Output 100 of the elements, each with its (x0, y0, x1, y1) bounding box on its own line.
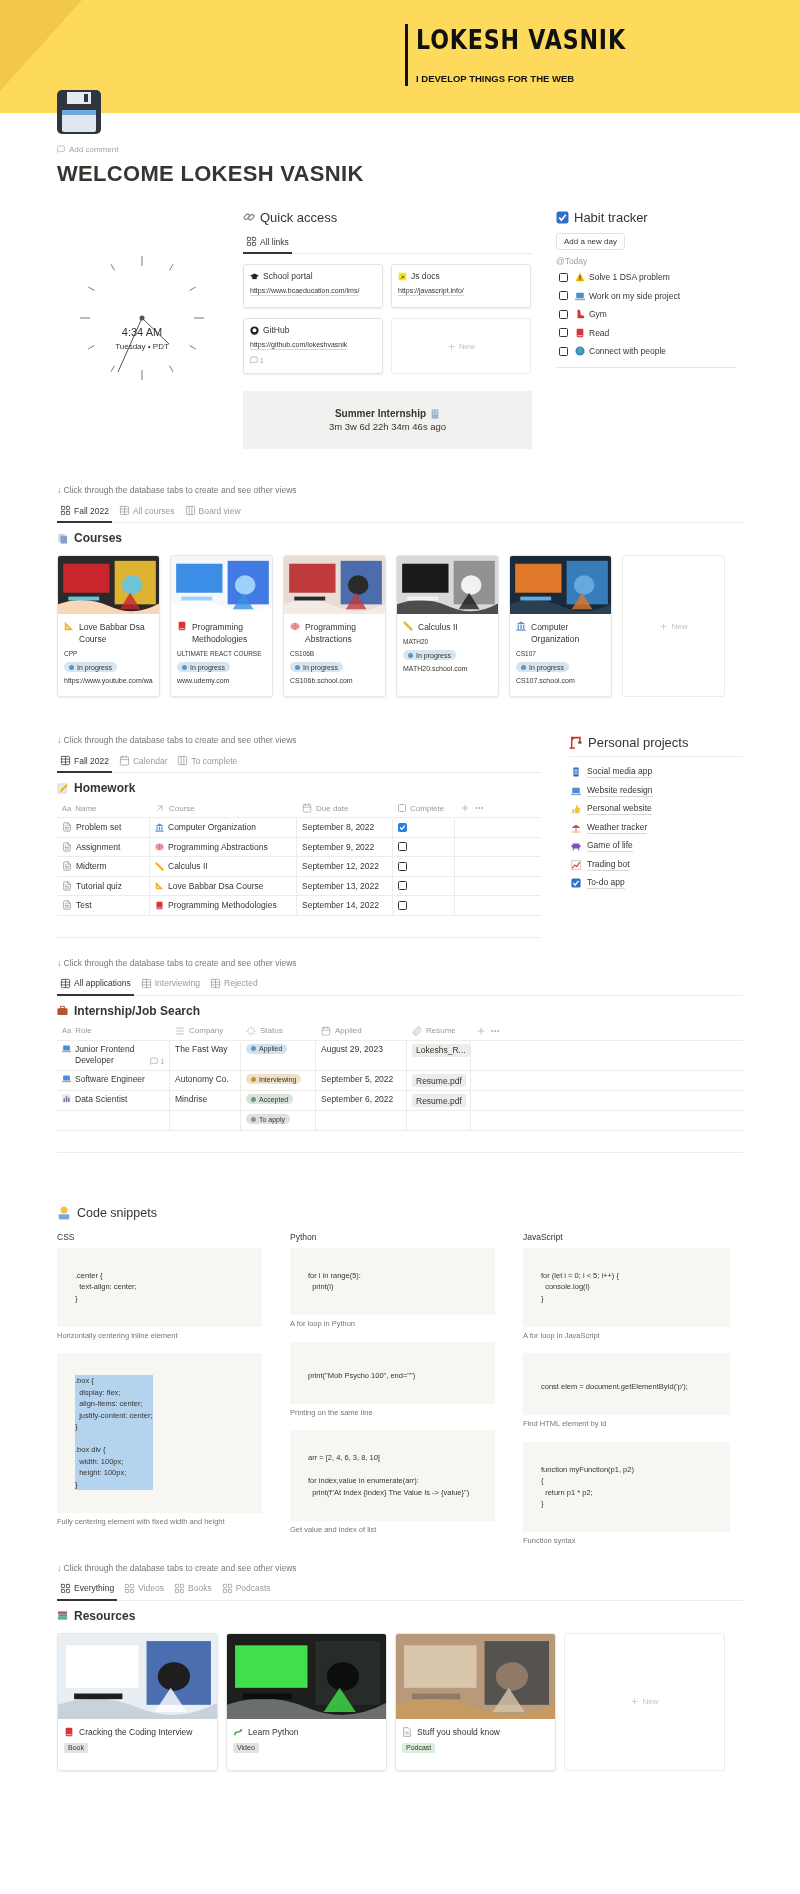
project-link[interactable]: Weather tracker (587, 821, 648, 834)
grid-icon (124, 1582, 136, 1594)
spinner-icon (246, 1025, 256, 1036)
table-icon (140, 977, 152, 989)
applied-date: September 6, 2022 (321, 1094, 394, 1105)
company-name: Autonomy Co. (175, 1074, 229, 1085)
project-link[interactable]: Social media app (587, 766, 653, 779)
column-header: Name (75, 803, 97, 813)
page-icon (62, 841, 72, 852)
checkbox[interactable] (559, 309, 568, 319)
table-icon (118, 505, 130, 516)
books-icon (57, 1610, 68, 1622)
person-icon (57, 1205, 71, 1220)
checkbox[interactable] (398, 881, 407, 891)
arrow-icon (155, 803, 165, 813)
cover-tagline: I DEVELOP THINGS FOR THE WEB (416, 73, 576, 84)
grid-icon (60, 505, 71, 516)
file-chip[interactable]: Lokeshs_R... (412, 1043, 470, 1057)
laptop-icon (62, 1043, 71, 1053)
course-link[interactable]: Calculus II (168, 861, 208, 872)
crane-icon (569, 736, 582, 749)
link-title: GitHub (263, 325, 290, 335)
course-link[interactable]: Programming Methodologies (168, 900, 277, 911)
habit-label: Solve 1 DSA problem (589, 272, 670, 283)
file-chip[interactable]: Resume.pdf (412, 1074, 466, 1088)
checkbox[interactable] (559, 346, 568, 356)
homework-name[interactable]: Assignment (76, 841, 121, 852)
checkbox[interactable] (398, 900, 407, 910)
due-date: September 8, 2022 (302, 822, 375, 833)
role-name[interactable]: Data Scientist (75, 1094, 128, 1107)
checkbox[interactable] (398, 822, 407, 832)
role-name[interactable]: Junior Frontend Developer (75, 1043, 147, 1068)
checkbox[interactable] (559, 272, 568, 282)
table-icon (60, 977, 71, 989)
grid-icon (246, 236, 257, 247)
briefcase-icon (57, 1005, 68, 1016)
ruler-icon (403, 621, 413, 631)
countdown-title: Summer Internship (334, 408, 427, 419)
warning-icon (575, 272, 585, 283)
project-link[interactable]: Personal website (587, 803, 652, 816)
plus-icon (447, 341, 456, 351)
paperclip-icon (412, 1025, 422, 1036)
section-heading: Code snippets (77, 1205, 157, 1220)
course-title: Calculus II (418, 621, 458, 633)
project-link[interactable]: Trading bot (587, 858, 630, 871)
file-chip[interactable]: Resume.pdf (412, 1094, 466, 1108)
view-tab[interactable]: All applications (57, 973, 134, 996)
due-date: September 9, 2022 (302, 841, 375, 852)
project-link[interactable]: To-do app (587, 877, 625, 890)
project-link[interactable]: Game of life (587, 840, 633, 853)
comment-icon (57, 145, 65, 153)
link-title: School portal (263, 271, 313, 281)
bookmark-tabs-icon (57, 532, 68, 544)
language-label: Python (290, 1231, 318, 1242)
lines-icon (175, 1025, 185, 1036)
square-logo-icon (398, 271, 407, 281)
column-header: Company (189, 1026, 224, 1035)
view-tab[interactable]: Fall 2022 (57, 501, 112, 523)
view-tab[interactable]: Fall 2022 (57, 751, 112, 773)
resource-title: Stuff you should know (417, 1725, 500, 1738)
habit-label: Gym (589, 309, 607, 320)
page-title: WELCOME LOKESH VASNIK (57, 160, 365, 188)
status-dot (408, 652, 413, 658)
checkbox[interactable] (398, 861, 407, 871)
status-dot (521, 664, 526, 670)
view-tab[interactable]: All links (243, 232, 292, 254)
homework-name[interactable]: Midterm (76, 861, 107, 872)
homework-name[interactable]: Tutorial quiz (76, 880, 122, 891)
memo-icon (57, 782, 68, 794)
page-icon (402, 1726, 412, 1737)
course-title: Programming Methodologies (192, 621, 249, 645)
add-day-button[interactable]: Add a new day (556, 233, 625, 250)
applied-date: September 5, 2022 (321, 1074, 394, 1085)
checkbox[interactable] (559, 328, 568, 338)
habit-label: Connect with people (589, 346, 667, 357)
office-building-icon (430, 408, 441, 419)
umbrella-icon (571, 822, 581, 833)
checkbox-icon (571, 878, 581, 889)
calendar-icon (302, 803, 312, 813)
countdown-elapsed: 3m 3w 6d 22h 34m 46s ago (328, 421, 447, 432)
checkbox[interactable] (559, 291, 568, 301)
columns-icon (177, 755, 189, 766)
homework-name[interactable]: Test (76, 900, 92, 911)
view-tab[interactable]: Everything (57, 1578, 118, 1601)
project-link[interactable]: Website redesign (587, 784, 653, 797)
language-label: JavaScript (523, 1231, 564, 1242)
resource-title: Learn Python (248, 1725, 299, 1738)
homework-name[interactable]: Problem set (76, 822, 122, 833)
section-heading: Quick access (260, 209, 338, 225)
plus-icon (659, 621, 669, 631)
column-header: Applied (335, 1026, 362, 1035)
course-link[interactable]: Love Babbar Dsa Course (168, 880, 264, 891)
database-title: Courses (74, 531, 123, 545)
table-icon (210, 977, 222, 989)
course-link[interactable]: Computer Organization (168, 822, 256, 833)
language-label: CSS (57, 1231, 76, 1242)
checkbox[interactable] (398, 842, 407, 852)
globe-icon (575, 346, 585, 357)
course-link[interactable]: Programming Abstractions (168, 841, 268, 852)
role-name[interactable]: Software Engineer (75, 1074, 145, 1087)
